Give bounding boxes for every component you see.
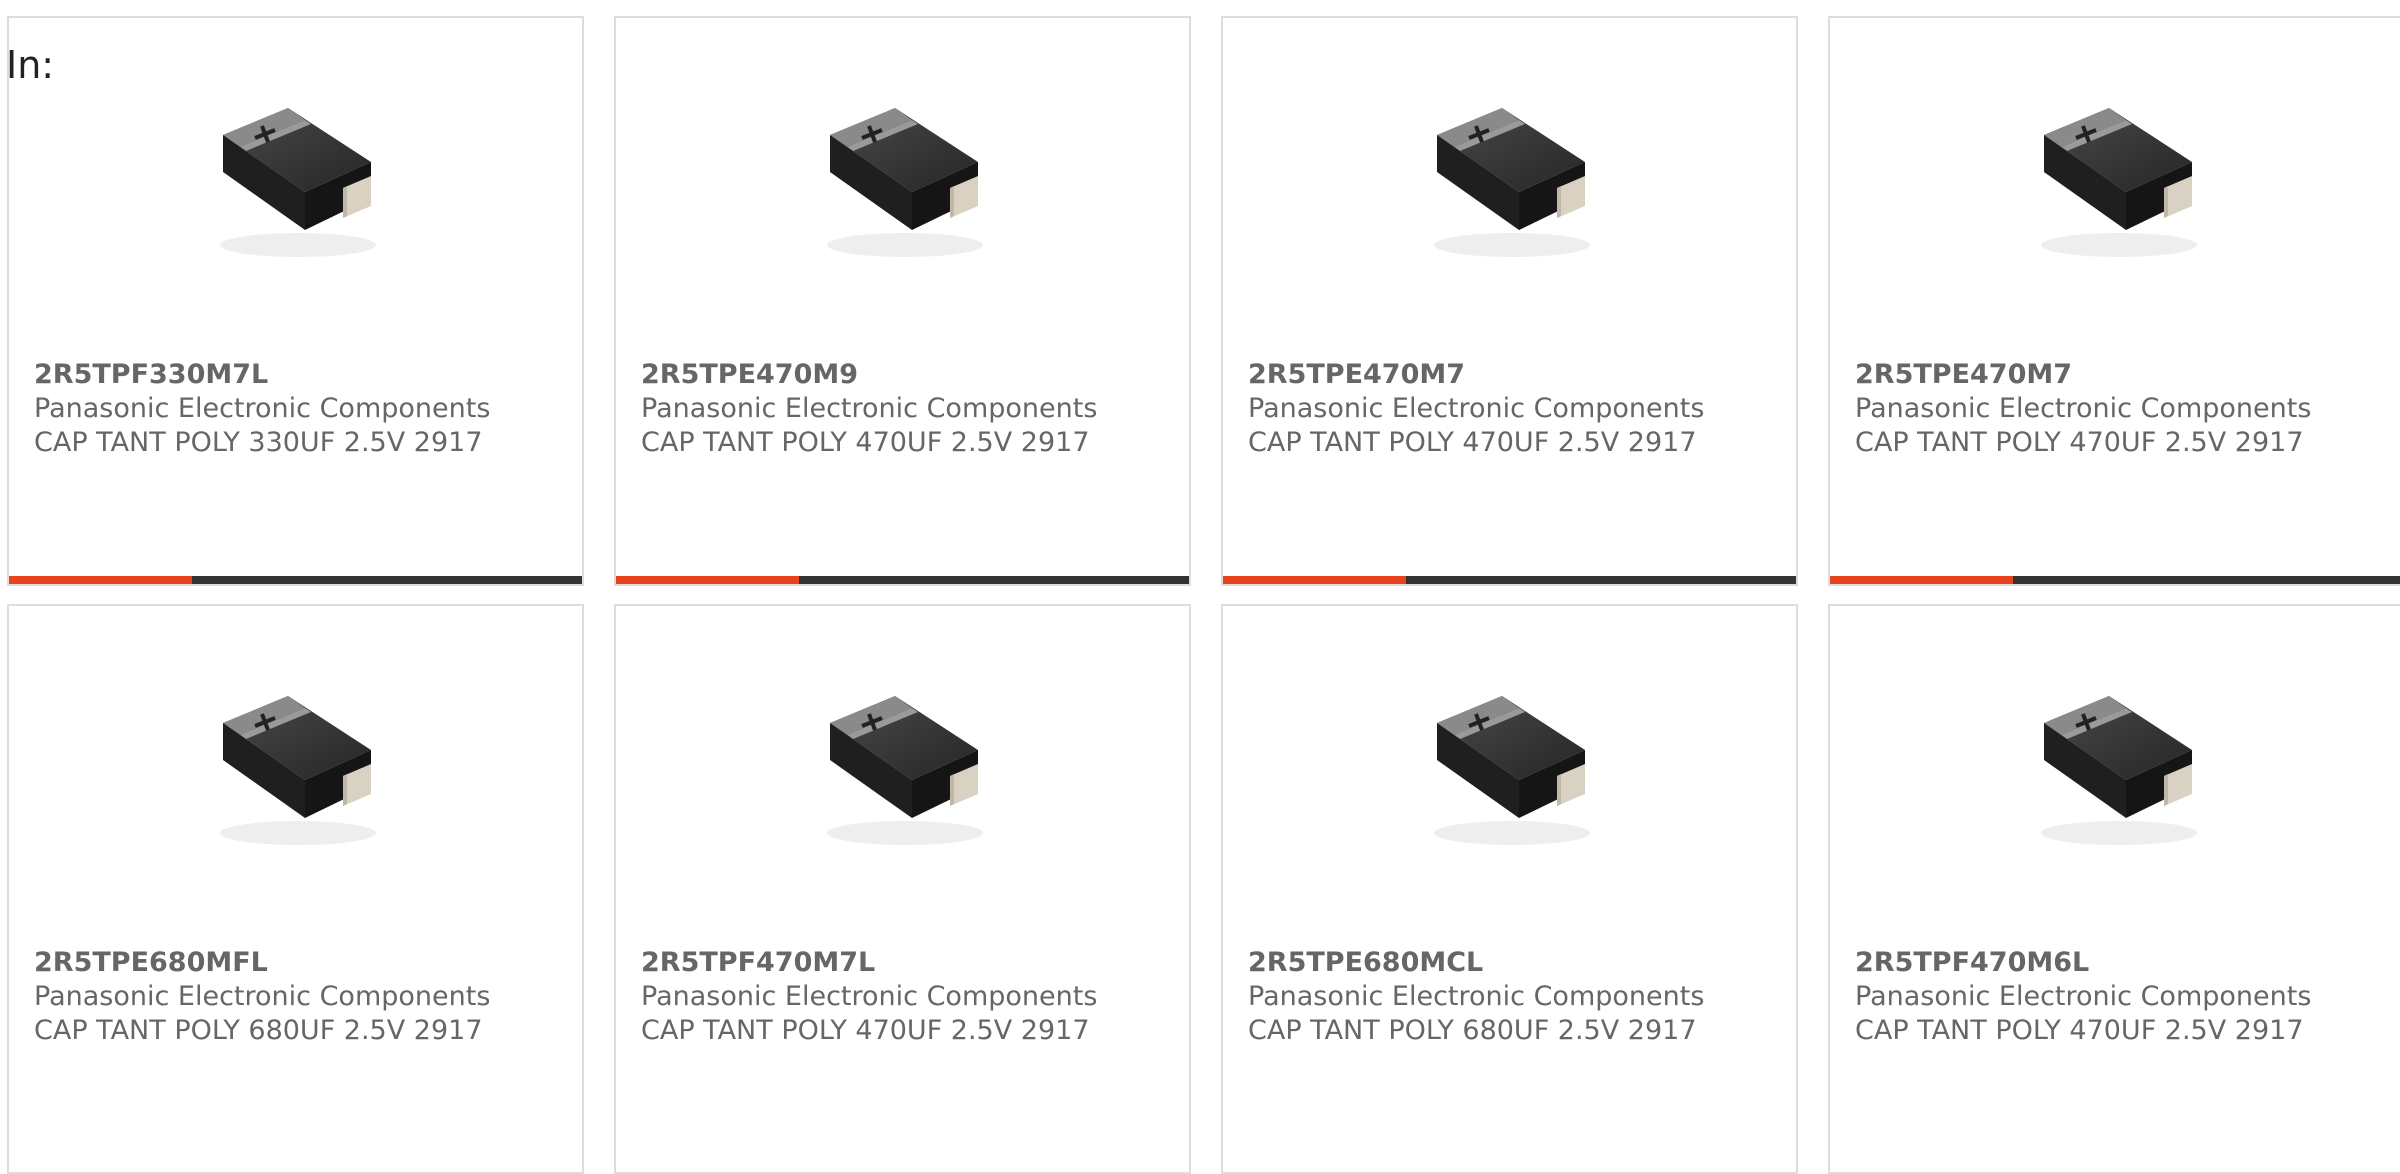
filter-prefix-label: In: <box>6 43 55 87</box>
product-info: 2R5TPF470M7L Panasonic Electronic Compon… <box>641 946 1179 1048</box>
product-image[interactable] <box>1407 668 1607 868</box>
card-progress-fill <box>1223 576 1407 584</box>
product-grid: 2R5TPF330M7L Panasonic Electronic Compon… <box>7 16 2400 1174</box>
product-card[interactable]: 2R5TPE470M7 Panasonic Electronic Compone… <box>1221 16 1798 586</box>
tantalum-capacitor-icon <box>827 108 983 257</box>
part-number-link[interactable]: 2R5TPE470M9 <box>641 358 1179 392</box>
product-info: 2R5TPE470M9 Panasonic Electronic Compone… <box>641 358 1179 460</box>
manufacturer-label: Panasonic Electronic Components <box>1248 981 1705 1012</box>
manufacturer-label: Panasonic Electronic Components <box>1855 981 2312 1012</box>
tantalum-capacitor-icon <box>2041 696 2197 845</box>
product-image[interactable] <box>800 80 1000 280</box>
part-number-link[interactable]: 2R5TPE470M7 <box>1248 358 1786 392</box>
manufacturer-label: Panasonic Electronic Components <box>34 393 491 424</box>
manufacturer-label: Panasonic Electronic Components <box>1855 393 2312 424</box>
tantalum-capacitor-icon <box>2041 108 2197 257</box>
manufacturer-label: Panasonic Electronic Components <box>641 981 1098 1012</box>
part-number-link[interactable]: 2R5TPE680MFL <box>34 946 572 980</box>
card-progress-fill <box>1830 576 2014 584</box>
part-number-link[interactable]: 2R5TPE680MCL <box>1248 946 1786 980</box>
product-card[interactable]: 2R5TPE470M9 Panasonic Electronic Compone… <box>614 16 1191 586</box>
product-description: CAP TANT POLY 470UF 2.5V 2917 <box>641 427 1090 458</box>
product-image[interactable] <box>800 668 1000 868</box>
product-description: CAP TANT POLY 470UF 2.5V 2917 <box>1248 427 1697 458</box>
part-number-link[interactable]: 2R5TPE470M7 <box>1855 358 2393 392</box>
manufacturer-label: Panasonic Electronic Components <box>641 393 1098 424</box>
product-info: 2R5TPF470M6L Panasonic Electronic Compon… <box>1855 946 2393 1048</box>
product-card[interactable]: 2R5TPF470M7L Panasonic Electronic Compon… <box>614 604 1191 1174</box>
product-info: 2R5TPE680MCL Panasonic Electronic Compon… <box>1248 946 1786 1048</box>
product-info: 2R5TPF330M7L Panasonic Electronic Compon… <box>34 358 572 460</box>
tantalum-capacitor-icon <box>1434 108 1590 257</box>
product-image[interactable] <box>2014 80 2214 280</box>
card-progress-fill <box>616 576 800 584</box>
product-description: CAP TANT POLY 680UF 2.5V 2917 <box>34 1015 483 1046</box>
product-info: 2R5TPE470M7 Panasonic Electronic Compone… <box>1855 358 2393 460</box>
product-card[interactable]: 2R5TPE470M7 Panasonic Electronic Compone… <box>1828 16 2400 586</box>
product-info: 2R5TPE680MFL Panasonic Electronic Compon… <box>34 946 572 1048</box>
card-progress-fill <box>9 576 193 584</box>
product-info: 2R5TPE470M7 Panasonic Electronic Compone… <box>1248 358 1786 460</box>
product-description: CAP TANT POLY 680UF 2.5V 2917 <box>1248 1015 1697 1046</box>
part-number-link[interactable]: 2R5TPF470M6L <box>1855 946 2393 980</box>
product-description: CAP TANT POLY 470UF 2.5V 2917 <box>1855 427 2304 458</box>
product-card[interactable]: 2R5TPF330M7L Panasonic Electronic Compon… <box>7 16 584 586</box>
card-progress-bar <box>9 576 582 584</box>
product-card[interactable]: 2R5TPF470M6L Panasonic Electronic Compon… <box>1828 604 2400 1174</box>
part-number-link[interactable]: 2R5TPF470M7L <box>641 946 1179 980</box>
product-description: CAP TANT POLY 470UF 2.5V 2917 <box>641 1015 1090 1046</box>
product-card[interactable]: 2R5TPE680MCL Panasonic Electronic Compon… <box>1221 604 1798 1174</box>
product-image[interactable] <box>2014 668 2214 868</box>
tantalum-capacitor-icon <box>220 108 376 257</box>
manufacturer-label: Panasonic Electronic Components <box>34 981 491 1012</box>
card-progress-bar <box>616 576 1189 584</box>
tantalum-capacitor-icon <box>1434 696 1590 845</box>
tantalum-capacitor-icon <box>827 696 983 845</box>
tantalum-capacitor-icon <box>220 696 376 845</box>
part-number-link[interactable]: 2R5TPF330M7L <box>34 358 572 392</box>
product-description: CAP TANT POLY 470UF 2.5V 2917 <box>1855 1015 2304 1046</box>
card-progress-bar <box>1830 576 2400 584</box>
product-image[interactable] <box>1407 80 1607 280</box>
product-card[interactable]: 2R5TPE680MFL Panasonic Electronic Compon… <box>7 604 584 1174</box>
product-description: CAP TANT POLY 330UF 2.5V 2917 <box>34 427 483 458</box>
manufacturer-label: Panasonic Electronic Components <box>1248 393 1705 424</box>
card-progress-bar <box>1223 576 1796 584</box>
product-image[interactable] <box>193 668 393 868</box>
product-image[interactable] <box>193 80 393 280</box>
